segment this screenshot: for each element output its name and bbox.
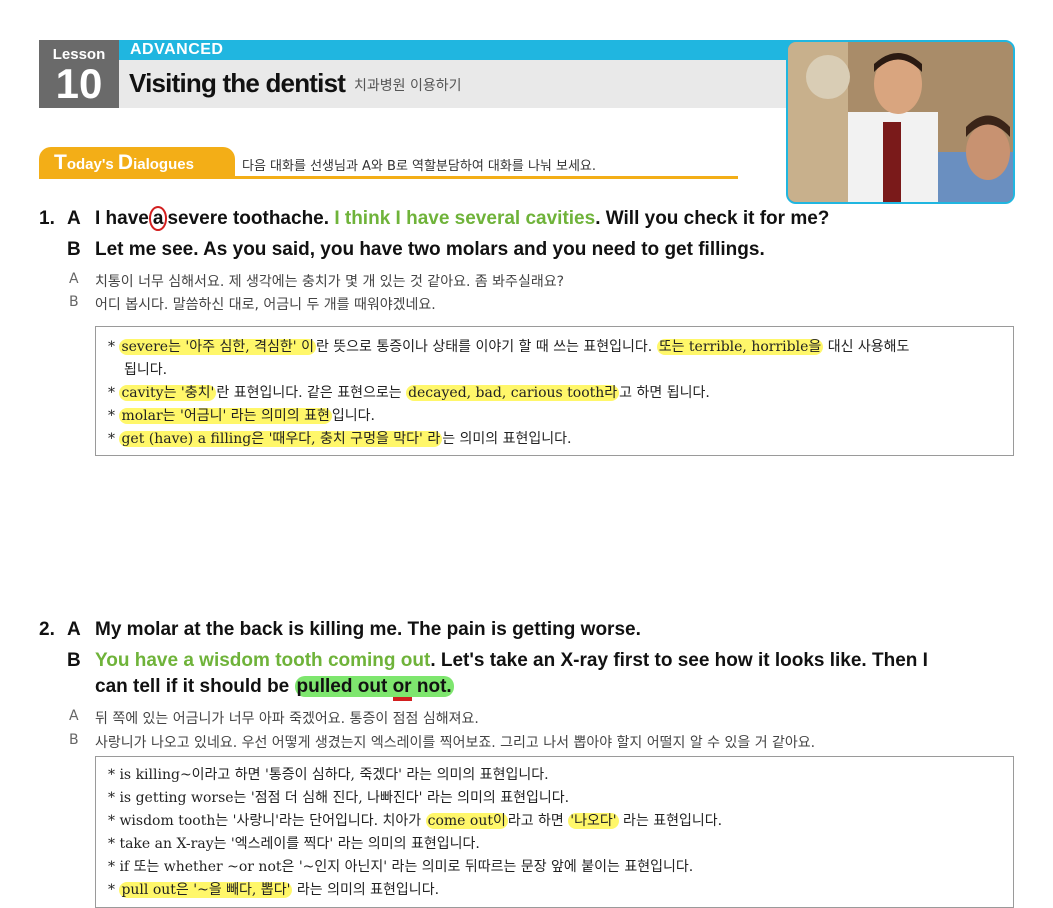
note-item: * wisdom tooth는 '사랑니'라는 단어입니다. 치아가 come …: [108, 813, 723, 829]
dialogue-number: 1.: [39, 208, 55, 229]
notes-box: * is killing~이라고 하면 '통증이 심하다, 죽겠다' 라는 의미…: [95, 756, 1014, 908]
dialogue-line-b: You have a wisdom tooth coming out. Let'…: [95, 650, 928, 671]
dialogue-line-a: My molar at the back is killing me. The …: [95, 619, 641, 640]
korean-line-a: 뒤 쪽에 있는 어금니가 너무 아파 죽겠어요. 통증이 점점 심해져요.: [95, 711, 479, 727]
korean-line-b: 어디 봅시다. 말씀하신 대로, 어금니 두 개를 때워야겠네요.: [95, 297, 436, 313]
korean-speaker-b: B: [69, 732, 79, 748]
notes-box: * severe는 '아주 심한, 격심한' 이란 뜻으로 통증이나 상태를 이…: [95, 326, 1014, 456]
korean-line-b: 사랑니가 나오고 있네요. 우선 어떻게 생겼는지 엑스레이를 찍어보죠. 그리…: [95, 735, 816, 751]
speaker-b: B: [67, 239, 81, 260]
page-title-korean: 치과병원 이용하기: [354, 78, 462, 94]
note-item: * severe는 '아주 심한, 격심한' 이란 뜻으로 통증이나 상태를 이…: [108, 339, 910, 355]
korean-speaker-b: B: [69, 294, 79, 310]
note-item: * pull out은 '~을 빼다, 뽑다' 라는 의미의 표현입니다.: [108, 882, 440, 898]
highlight-green-text: You have a wisdom tooth coming out: [95, 650, 431, 671]
dentist-photo: [786, 40, 1015, 204]
korean-line-a: 치통이 너무 심해서요. 제 생각에는 충치가 몇 개 있는 것 같아요. 좀 …: [95, 274, 565, 290]
dentist-photo-illustration: [788, 42, 1013, 202]
dialogue-line-b: Let me see. As you said, you have two mo…: [95, 239, 765, 260]
instruction-text: 다음 대화를 선생님과 A와 B로 역할분담하여 대화를 나눠 보세요.: [242, 159, 597, 174]
dialogue-line-b-continued: can tell if it should be pulled out or n…: [95, 676, 454, 701]
circled-word: a: [148, 206, 168, 231]
title-bar: Visiting the dentist 치과병원 이용하기: [119, 60, 799, 108]
speaker-a: A: [67, 208, 81, 229]
section-divider: [39, 176, 738, 179]
highlight-green-text: I think I have several cavities: [334, 208, 596, 229]
speaker-a: A: [67, 619, 81, 640]
note-item: * take an X-ray는 '엑스레이를 찍다' 라는 의미의 표현입니다…: [108, 836, 480, 852]
speaker-b: B: [67, 650, 81, 671]
note-item: * cavity는 '충치' 란 표현입니다. 같은 표현으로는 decayed,…: [108, 385, 710, 401]
lesson-badge: Lesson 10: [39, 40, 119, 108]
note-item: * get (have) a filling은 '때우다, 충치 구멍을 막다'…: [108, 431, 572, 447]
todays-dialogues-tab: Today's Dialogues: [39, 147, 235, 177]
page-title: Visiting the dentist: [129, 68, 346, 98]
level-label: ADVANCED: [130, 41, 224, 58]
green-highlight: pulled out or not.: [294, 676, 454, 701]
dialogue-number: 2.: [39, 619, 55, 640]
korean-speaker-a: A: [69, 708, 79, 724]
korean-speaker-a: A: [69, 271, 79, 287]
lesson-number: 10: [55, 60, 103, 107]
note-item: * is killing~이라고 하면 '통증이 심하다, 죽겠다' 라는 의미…: [108, 767, 549, 783]
note-item: * if 또는 whether ~or not은 '~인지 아닌지' 라는 의미…: [108, 859, 694, 875]
note-item: * molar는 '어금니' 라는 의미의 표현 입니다.: [108, 408, 375, 424]
note-item-continued: 됩니다.: [124, 362, 168, 378]
dialogue-line-a: I have a severe toothache. I think I have …: [95, 206, 830, 231]
underlined-word: or: [392, 676, 412, 701]
todays-dialogues-label: Today's Dialogues: [54, 151, 194, 174]
note-item: * is getting worse는 '점점 더 심해 진다, 나빠진다' 라…: [108, 790, 570, 806]
